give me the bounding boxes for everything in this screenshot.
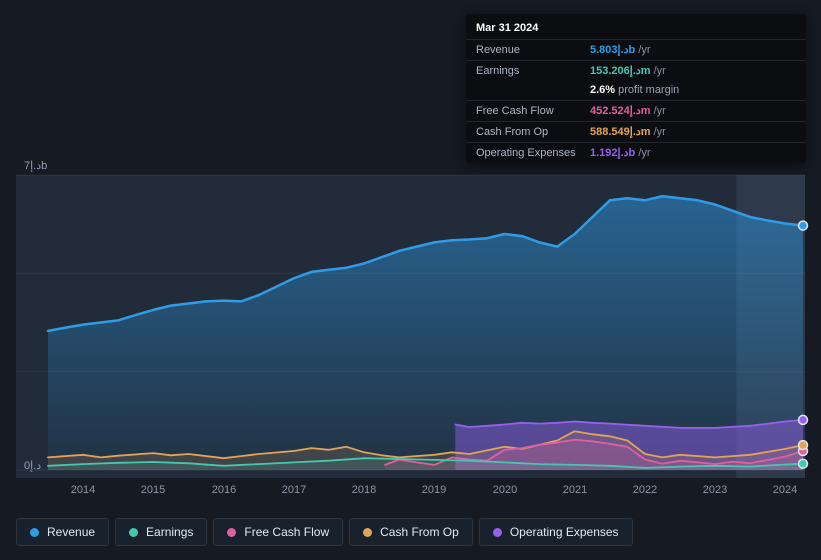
tooltip-row-cash-from-op: Cash From Op 588.549د.إm /yr: [466, 121, 806, 142]
x-tick-label: 2023: [702, 484, 728, 496]
tooltip-value: 153.206د.إm: [590, 65, 651, 77]
y-axis-max-label: 7د.إb: [24, 160, 48, 172]
x-tick-label: 2019: [421, 484, 447, 496]
legend-label: Operating Expenses: [509, 525, 619, 539]
endpoint-dot-earnings: [797, 458, 809, 469]
tooltip-label: Free Cash Flow: [476, 105, 554, 117]
x-tick-label: 2015: [140, 484, 166, 496]
earnings-color-dot: [129, 527, 139, 537]
tooltip-suffix: /yr: [635, 147, 651, 159]
tooltip-label: Earnings: [476, 65, 520, 77]
tooltip-label: Revenue: [476, 44, 521, 56]
legend-item-free-cash-flow[interactable]: Free Cash Flow: [213, 518, 344, 546]
x-tick-label: 2016: [211, 484, 237, 496]
legend: Revenue Earnings Free Cash Flow Cash Fro…: [16, 518, 633, 546]
legend-item-earnings[interactable]: Earnings: [115, 518, 208, 546]
legend-label: Revenue: [47, 525, 96, 539]
tooltip-row-revenue: Revenue 5.803د.إb /yr: [466, 39, 806, 60]
endpoint-dot-operating_expenses: [797, 414, 809, 426]
tooltip-row-free-cash-flow: Free Cash Flow 452.524د.إm /yr: [466, 100, 806, 121]
revenue-color-dot: [30, 527, 39, 537]
x-tick-label: 2022: [632, 484, 658, 496]
profit-margin-value: 2.6%: [590, 84, 616, 96]
x-tick-label: 2018: [351, 484, 377, 496]
profit-margin-label: profit margin: [618, 84, 680, 96]
tooltip-suffix: /yr: [650, 126, 666, 138]
tooltip-label: Operating Expenses: [476, 147, 576, 159]
tooltip-suffix: /yr: [635, 44, 651, 56]
tooltip-card: Mar 31 2024 Revenue 5.803د.إb /yr Earnin…: [466, 14, 806, 163]
tooltip-value: 452.524د.إm: [590, 105, 651, 117]
tooltip-label: Cash From Op: [476, 126, 549, 138]
free-cash-flow-color-dot: [227, 527, 237, 537]
legend-label: Earnings: [146, 525, 194, 539]
x-tick-label: 2021: [562, 484, 588, 496]
tooltip-suffix: /yr: [650, 105, 666, 117]
operating-expenses-color-dot: [492, 527, 502, 537]
tooltip-value: 588.549د.إm: [590, 126, 651, 138]
tooltip-row-operating-expenses: Operating Expenses 1.192د.إb /yr: [466, 142, 806, 163]
endpoint-dot-revenue: [797, 220, 809, 231]
tooltip-date: Mar 31 2024: [476, 22, 539, 34]
legend-item-operating-expenses[interactable]: Operating Expenses: [478, 518, 633, 546]
x-axis: 2014 2015 2016 2017 2018 2019 2020 2021 2022 2023…: [0, 484, 821, 500]
legend-label: Cash From Op: [380, 525, 459, 539]
app-window: 7د.إb 0د.إ 2014 2015 2016 2017 2018 2019 2020 2…: [0, 0, 821, 560]
tooltip-value: 1.192د.إb: [590, 147, 636, 159]
tooltip-value: 5.803د.إb: [590, 44, 636, 56]
x-tick-label: 2020: [492, 484, 518, 496]
x-tick-label: 2024: [772, 484, 798, 496]
y-axis-zero-label: 0د.إ: [24, 460, 42, 472]
tooltip-row-earnings: Earnings 153.206د.إm /yr: [466, 60, 806, 81]
tooltip-suffix: /yr: [650, 65, 666, 77]
endpoint-dot-cash_from_op: [797, 439, 809, 451]
legend-label: Free Cash Flow: [244, 525, 330, 539]
x-tick-label: 2014: [70, 484, 96, 496]
x-tick-label: 2017: [281, 484, 307, 496]
cash-from-op-color-dot: [363, 527, 373, 537]
legend-item-revenue[interactable]: Revenue: [16, 518, 110, 546]
tooltip-row-profit-margin: 2.6% profit margin: [466, 81, 806, 100]
legend-item-cash-from-op[interactable]: Cash From Op: [349, 518, 473, 546]
